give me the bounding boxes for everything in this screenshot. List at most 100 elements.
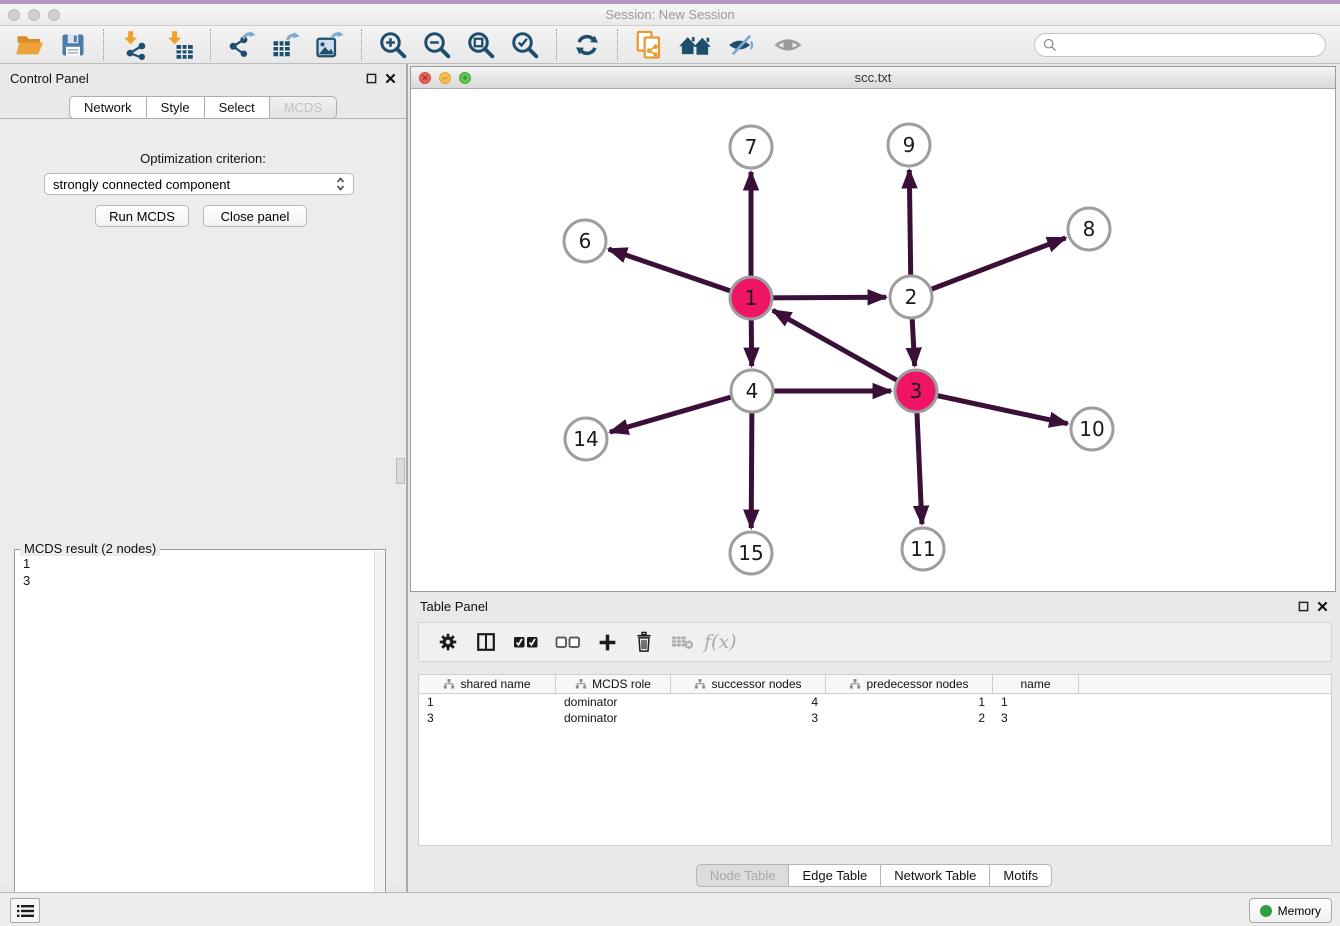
unselect-all-columns-button[interactable]	[555, 633, 581, 651]
graph-node-2[interactable]: 2	[890, 276, 932, 318]
table-settings-button[interactable]	[437, 631, 459, 653]
float-panel-icon[interactable]	[366, 73, 377, 84]
network-graph[interactable]: 1 2 3 4 6 7 8 9 10 11 14 15	[411, 89, 1335, 591]
memory-button[interactable]: Memory	[1249, 898, 1332, 923]
clone-network-button[interactable]	[632, 28, 666, 62]
cell-shared-name[interactable]: 3	[419, 710, 556, 726]
zoom-out-button[interactable]	[420, 28, 454, 62]
cell-predecessor-nodes[interactable]: 2	[826, 710, 993, 726]
open-session-button[interactable]	[13, 28, 47, 62]
tab-motifs[interactable]: Motifs	[990, 864, 1052, 887]
cell-successor-nodes[interactable]: 4	[671, 694, 826, 710]
export-table-icon	[271, 30, 301, 60]
zoom-fit-button[interactable]	[464, 28, 498, 62]
main-toolbar	[0, 26, 1340, 64]
float-panel-icon[interactable]	[1298, 601, 1309, 612]
column-header-predecessor-nodes[interactable]: predecessor nodes	[826, 675, 993, 693]
show-hidden-button[interactable]	[770, 29, 806, 61]
select-all-columns-button[interactable]	[513, 633, 539, 651]
function-builder-button[interactable]: f(x)	[704, 631, 737, 653]
save-floppy-icon	[59, 31, 87, 59]
graph-edge-1-6[interactable]	[609, 249, 751, 298]
cell-mcds-role[interactable]: dominator	[556, 710, 671, 726]
graph-node-4[interactable]: 4	[731, 370, 773, 412]
cell-name[interactable]: 3	[993, 710, 1079, 726]
graph-node-3[interactable]: 3	[895, 370, 937, 412]
tab-node-table[interactable]: Node Table	[696, 864, 790, 887]
close-panel-icon[interactable]	[385, 73, 396, 84]
zoom-out-icon	[422, 30, 452, 60]
cell-successor-nodes[interactable]: 3	[671, 710, 826, 726]
memory-status-dot	[1260, 905, 1272, 917]
graph-edge-3-1[interactable]	[773, 310, 916, 391]
graph-node-9[interactable]: 9	[888, 124, 930, 166]
graph-node-7[interactable]: 7	[730, 126, 772, 168]
run-mcds-button[interactable]: Run MCDS	[95, 205, 189, 227]
export-image-button[interactable]	[313, 28, 347, 62]
refresh-button[interactable]	[571, 29, 603, 61]
import-network-button[interactable]	[118, 28, 152, 62]
column-header-successor-nodes[interactable]: successor nodes	[671, 675, 826, 693]
column-type-icon	[694, 678, 706, 690]
tab-network-table[interactable]: Network Table	[881, 864, 990, 887]
eye-slash-icon	[726, 31, 758, 59]
workspace-area: ✕ − + scc.txt 1234678910111415 Table Pan…	[408, 64, 1340, 892]
export-network-icon	[227, 30, 257, 60]
cell-mcds-role[interactable]: dominator	[556, 694, 671, 710]
create-column-button[interactable]	[597, 632, 618, 653]
zoom-in-button[interactable]	[376, 28, 410, 62]
zoom-selected-button[interactable]	[508, 28, 542, 62]
table-row[interactable]: 1 dominator 4 1 1	[419, 694, 1331, 710]
tab-network[interactable]: Network	[69, 96, 147, 119]
graph-node-15[interactable]: 15	[730, 532, 772, 574]
column-header-mcds-role[interactable]: MCDS role	[556, 675, 671, 693]
table-row[interactable]: 3 dominator 3 2 3	[419, 710, 1331, 726]
graph-node-1[interactable]: 1	[730, 277, 772, 319]
graph-node-8[interactable]: 8	[1068, 208, 1110, 250]
delete-table-button[interactable]	[670, 632, 696, 652]
search-box[interactable]	[1034, 33, 1326, 57]
column-header-shared-name[interactable]: shared name	[419, 675, 556, 693]
houses-button[interactable]	[676, 28, 714, 62]
optimization-criterion-value: strongly connected component	[53, 177, 230, 192]
tab-edge-table[interactable]: Edge Table	[789, 864, 881, 887]
tab-select[interactable]: Select	[205, 96, 270, 119]
table-panel: Table Panel	[408, 592, 1340, 892]
graph-node-14[interactable]: 14	[565, 418, 607, 460]
column-header-name[interactable]: name	[993, 675, 1079, 693]
svg-text:1: 1	[745, 286, 758, 310]
export-table-button[interactable]	[269, 28, 303, 62]
delete-column-button[interactable]	[634, 631, 654, 653]
svg-text:3: 3	[910, 379, 923, 403]
cell-name[interactable]: 1	[993, 694, 1079, 710]
node-table: shared name MCDS role successor nodes pr…	[418, 674, 1332, 846]
search-input[interactable]	[1063, 37, 1317, 52]
network-window-titlebar[interactable]: ✕ − + scc.txt	[411, 67, 1335, 89]
show-columns-button[interactable]	[475, 631, 497, 653]
clone-network-icon	[634, 30, 664, 60]
graph-edge-3-10[interactable]	[916, 391, 1068, 424]
save-session-button[interactable]	[57, 29, 89, 61]
cell-predecessor-nodes[interactable]: 1	[826, 694, 993, 710]
hide-show-button[interactable]	[724, 29, 760, 61]
tab-style[interactable]: Style	[147, 96, 205, 119]
result-scrollbar[interactable]	[374, 551, 385, 926]
close-panel-button[interactable]: Close panel	[203, 205, 307, 227]
export-network-button[interactable]	[225, 28, 259, 62]
close-panel-icon[interactable]	[1317, 601, 1328, 612]
import-table-button[interactable]	[162, 28, 196, 62]
mcds-result-text[interactable]: 1 3	[23, 555, 30, 589]
graph-node-6[interactable]: 6	[564, 220, 606, 262]
eye-icon	[772, 31, 804, 59]
graph-edge-2-8[interactable]	[911, 238, 1066, 297]
svg-text:4: 4	[746, 379, 759, 403]
cell-shared-name[interactable]: 1	[419, 694, 556, 710]
search-icon	[1043, 38, 1057, 52]
svg-text:11: 11	[910, 537, 935, 561]
task-history-button[interactable]	[10, 898, 40, 923]
optimization-criterion-select[interactable]: strongly connected component	[44, 173, 354, 195]
graph-node-10[interactable]: 10	[1071, 408, 1113, 450]
tab-mcds[interactable]: MCDS	[270, 96, 337, 119]
graph-node-11[interactable]: 11	[902, 528, 944, 570]
vertical-splitter-grip[interactable]	[396, 458, 405, 484]
